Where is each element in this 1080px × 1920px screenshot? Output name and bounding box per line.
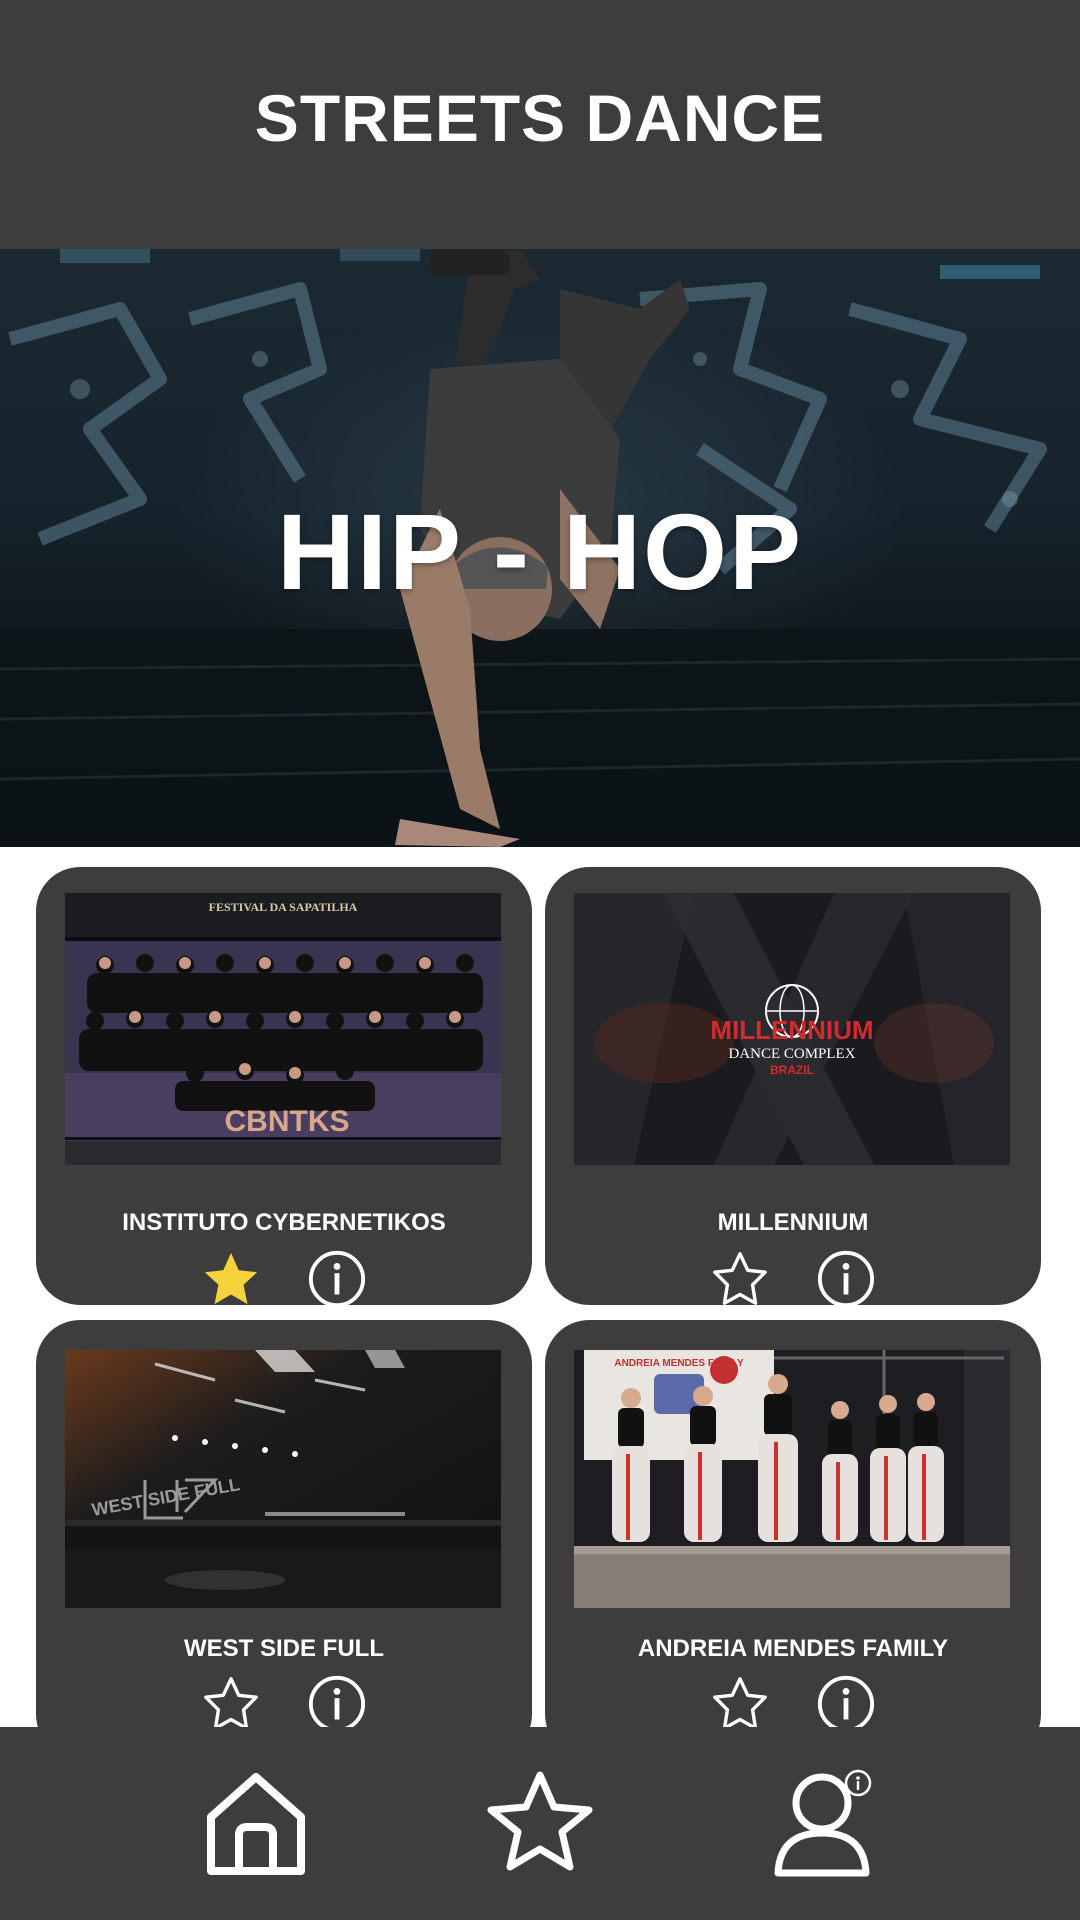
andreia-mendes-photo: ANDREIA MENDES FAMILY <box>574 1350 1010 1608</box>
thumb-sub2-text: BRAZIL <box>770 1063 814 1077</box>
cybernetikos-photo: FESTIVAL DA SAPATILHA CBNTKS <box>65 893 501 1165</box>
studio-name: WEST SIDE FULL <box>184 1635 384 1662</box>
app-root: STREETS DANCE HIP - HOP FESTIVAL DA SAPA… <box>0 0 1080 1920</box>
studio-card[interactable]: MILLENNIUM DANCE COMPLEX BRAZIL MILLENNI… <box>545 867 1041 1308</box>
nav-favorites-button[interactable] <box>485 1769 595 1879</box>
bottom-navigation <box>0 1727 1080 1920</box>
star-outline-icon <box>713 1252 767 1305</box>
studio-thumbnail[interactable]: WEST SIDE FULL <box>65 1350 501 1608</box>
thumb-logo-text: MILLENNIUM <box>710 1015 873 1045</box>
star-outline-icon <box>713 1677 767 1727</box>
profile-info-icon <box>774 1769 872 1877</box>
app-title: STREETS DANCE <box>254 80 826 155</box>
info-icon <box>817 1250 875 1308</box>
star-icon <box>487 1771 593 1871</box>
card-actions <box>36 1674 532 1727</box>
studio-grid: FESTIVAL DA SAPATILHA CBNTKS INSTITUTO C… <box>0 847 1080 1727</box>
thumb-banner-text: FESTIVAL DA SAPATILHA <box>209 900 358 914</box>
info-icon <box>308 1675 366 1727</box>
favorite-button[interactable] <box>710 1674 770 1727</box>
studio-name: MILLENNIUM <box>717 1209 869 1236</box>
studio-thumbnail[interactable]: FESTIVAL DA SAPATILHA CBNTKS <box>65 893 501 1165</box>
info-icon <box>817 1675 875 1727</box>
studio-thumbnail[interactable]: MILLENNIUM DANCE COMPLEX BRAZIL <box>574 893 1010 1165</box>
studio-card[interactable]: FESTIVAL DA SAPATILHA CBNTKS INSTITUTO C… <box>36 867 532 1308</box>
west-side-full-photo: WEST SIDE FULL <box>65 1350 501 1608</box>
nav-home-button[interactable] <box>201 1769 311 1879</box>
favorite-button[interactable] <box>201 1249 261 1309</box>
hero-title: HIP - HOP <box>276 491 804 612</box>
home-icon <box>207 1773 305 1875</box>
nav-profile-button[interactable] <box>770 1769 880 1879</box>
card-actions <box>36 1249 532 1311</box>
studio-thumbnail[interactable]: ANDREIA MENDES FAMILY <box>574 1350 1010 1608</box>
info-button[interactable] <box>816 1674 876 1727</box>
info-icon <box>308 1250 366 1308</box>
studio-name: INSTITUTO CYBERNETIKOS <box>122 1209 446 1236</box>
info-button[interactable] <box>816 1249 876 1309</box>
studio-card[interactable]: ANDREIA MENDES FAMILY ANDREIA MENDES FAM… <box>545 1320 1041 1727</box>
hero-banner[interactable]: HIP - HOP <box>0 249 1080 847</box>
studio-card[interactable]: WEST SIDE FULL WEST SIDE FULL <box>36 1320 532 1727</box>
millennium-photo: MILLENNIUM DANCE COMPLEX BRAZIL <box>574 893 1010 1165</box>
info-button[interactable] <box>307 1674 367 1727</box>
star-filled-icon <box>204 1252 258 1305</box>
favorite-button[interactable] <box>201 1674 261 1727</box>
favorite-button[interactable] <box>710 1249 770 1309</box>
app-header: STREETS DANCE <box>0 0 1080 249</box>
card-actions <box>545 1249 1041 1311</box>
info-button[interactable] <box>307 1249 367 1309</box>
thumb-logo-text: CBNTKS <box>225 1105 350 1138</box>
thumb-sub-text: DANCE COMPLEX <box>728 1046 855 1062</box>
card-actions <box>545 1674 1041 1727</box>
studio-name: ANDREIA MENDES FAMILY <box>637 1635 949 1662</box>
star-outline-icon <box>204 1677 258 1727</box>
